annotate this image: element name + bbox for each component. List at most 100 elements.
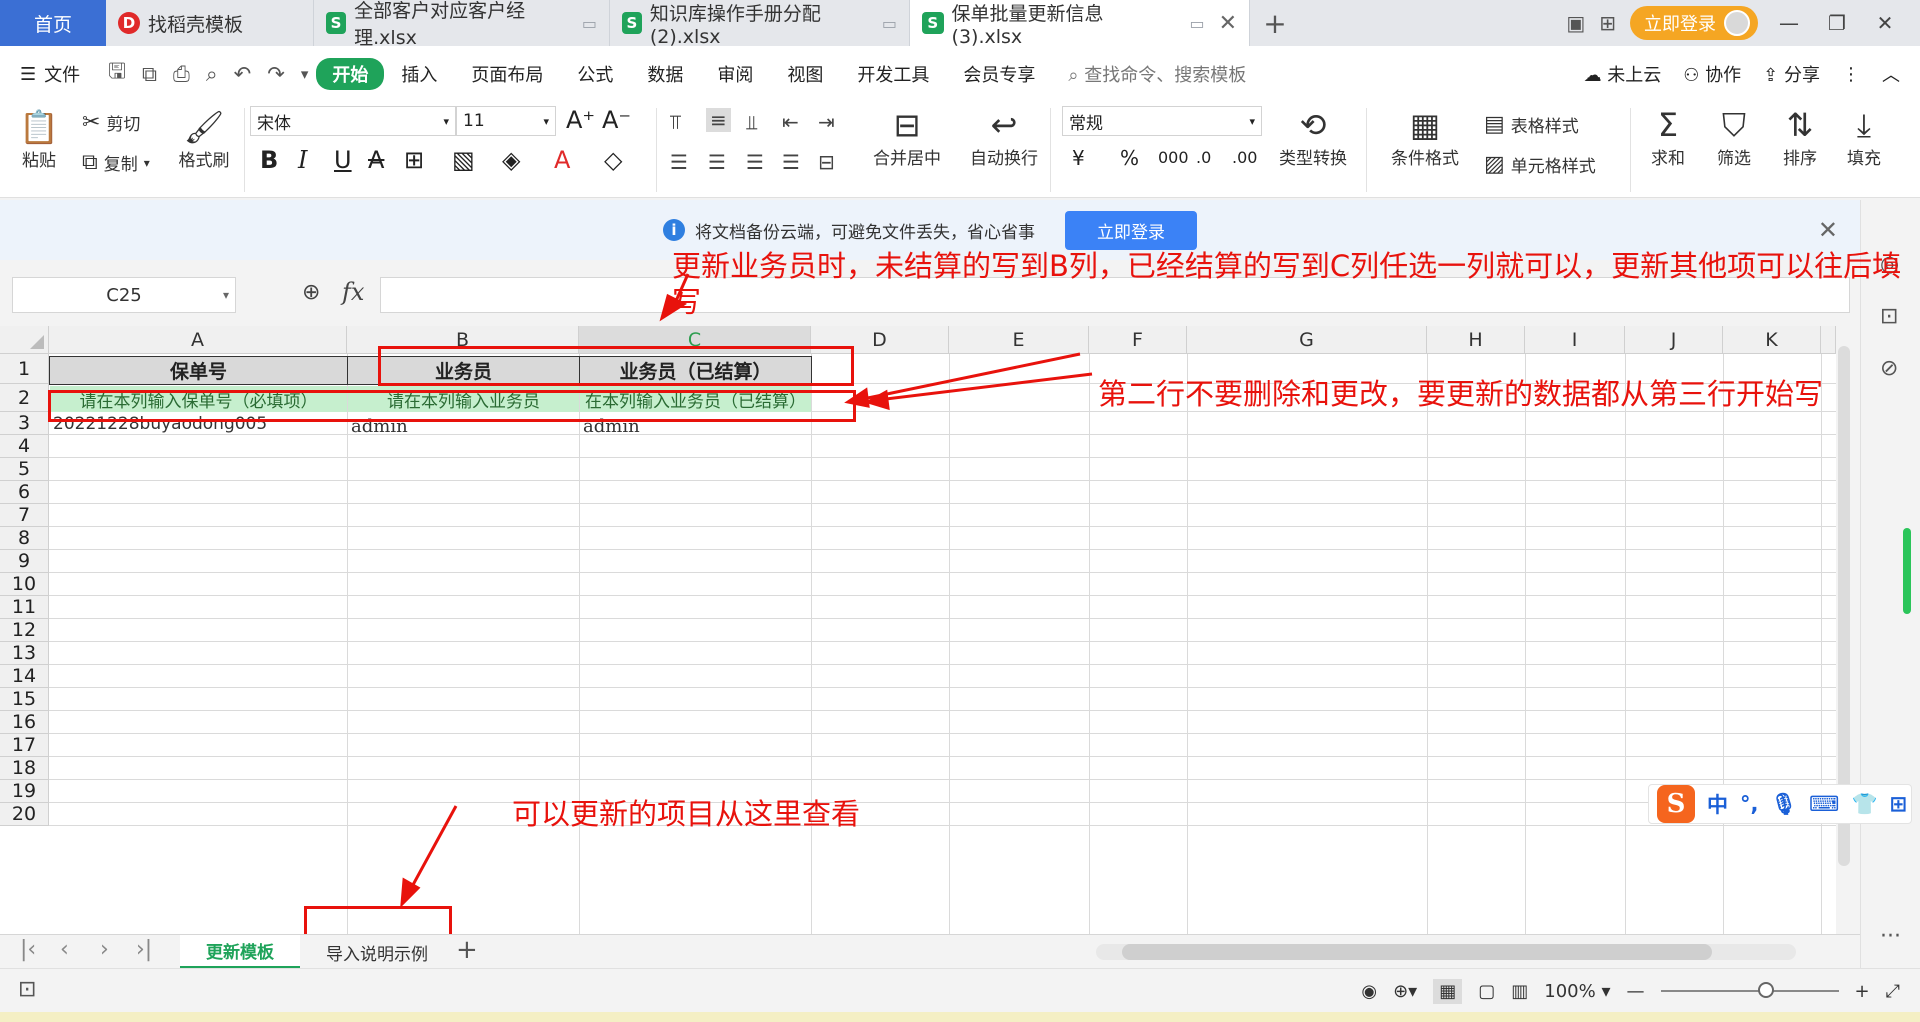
- column-header-d[interactable]: D: [811, 326, 949, 354]
- decrease-font-icon[interactable]: A⁻: [602, 106, 631, 134]
- chevron-down-icon[interactable]: ▾: [301, 65, 309, 83]
- row-header[interactable]: 7: [0, 504, 49, 527]
- share-button[interactable]: ⇪ 分享: [1763, 61, 1820, 87]
- cut-button[interactable]: ✂ 剪切: [82, 110, 140, 135]
- name-box[interactable]: C25 ▾: [12, 277, 236, 313]
- ime-toolbar[interactable]: S 中 °, 🎙 ⌨ 👕 ⊞: [1648, 784, 1912, 824]
- filter-button[interactable]: ⛉ 筛选: [1706, 106, 1762, 169]
- skin-icon[interactable]: 👕: [1851, 792, 1877, 817]
- cell-c3[interactable]: admin: [580, 415, 811, 437]
- first-sheet-icon[interactable]: |‹: [20, 937, 36, 962]
- row-header[interactable]: 19: [0, 780, 49, 803]
- row-header[interactable]: 20: [0, 803, 49, 826]
- tab-docer-templates[interactable]: D 找稻壳模板: [106, 0, 314, 46]
- row-header[interactable]: 3: [0, 412, 49, 435]
- menu-insert[interactable]: 插入: [384, 61, 454, 87]
- zoom-slider[interactable]: [1660, 982, 1839, 998]
- font-name-select[interactable]: 宋体 ▾: [250, 106, 456, 136]
- menu-review[interactable]: 审阅: [700, 61, 770, 87]
- keyboard-icon[interactable]: ⌨: [1809, 792, 1839, 816]
- row-header[interactable]: 9: [0, 550, 49, 573]
- number-format-select[interactable]: 常规 ▾: [1062, 106, 1262, 136]
- ime-mode[interactable]: 中: [1707, 789, 1728, 819]
- justify-icon[interactable]: ☰: [782, 150, 800, 174]
- table-style-button[interactable]: ▤ 表格样式: [1484, 112, 1579, 137]
- underline-icon[interactable]: U: [334, 146, 352, 174]
- print-icon[interactable]: ⎙: [173, 62, 190, 87]
- cell-b1[interactable]: 业务员: [347, 356, 580, 385]
- menu-member[interactable]: 会员专享: [946, 61, 1052, 87]
- undo-icon[interactable]: ↶: [234, 62, 252, 86]
- conditional-format-button[interactable]: ▦ 条件格式: [1380, 106, 1470, 169]
- sheet-tab-update-template[interactable]: 更新模板: [180, 935, 300, 969]
- microphone-icon[interactable]: 🎙: [1770, 792, 1797, 817]
- collapse-ribbon-icon[interactable]: ︿: [1882, 61, 1900, 87]
- align-top-icon[interactable]: ⫪: [670, 110, 681, 134]
- merge-center-button[interactable]: ⊟ 合并居中: [862, 106, 952, 169]
- input-language-icon[interactable]: ⊕▾: [1393, 981, 1417, 1002]
- export-icon[interactable]: ⧉: [142, 62, 157, 87]
- column-header-h[interactable]: H: [1427, 326, 1525, 354]
- row-header[interactable]: 10: [0, 573, 49, 596]
- zoom-out-icon[interactable]: —: [1627, 981, 1645, 1002]
- fill-button[interactable]: ⤓ 填充: [1836, 106, 1892, 169]
- file-menu[interactable]: ☰ 文件: [0, 61, 100, 87]
- align-left-icon[interactable]: ☰: [670, 150, 688, 174]
- zoom-search-icon[interactable]: ⊕: [302, 280, 320, 305]
- menu-data[interactable]: 数据: [630, 61, 700, 87]
- row-header[interactable]: 8: [0, 527, 49, 550]
- eye-protection-icon[interactable]: ◉: [1361, 981, 1377, 1002]
- column-header-a[interactable]: A: [49, 326, 347, 354]
- print-preview-icon[interactable]: ⌕: [206, 62, 218, 87]
- column-header-g[interactable]: G: [1187, 326, 1427, 354]
- bold-icon[interactable]: B: [260, 146, 278, 174]
- type-convert-button[interactable]: ⟲ 类型转换: [1268, 106, 1358, 169]
- zoom-level[interactable]: 100% ▾: [1544, 981, 1610, 1002]
- minimize-icon[interactable]: —: [1772, 11, 1806, 35]
- close-icon[interactable]: ✕: [1818, 216, 1838, 244]
- sort-button[interactable]: ⇅ 排序: [1772, 106, 1828, 169]
- paste-button[interactable]: 📋 粘贴: [14, 108, 64, 171]
- new-tab-button[interactable]: +: [1250, 0, 1300, 46]
- add-sheet-icon[interactable]: +: [456, 935, 478, 965]
- prev-sheet-icon[interactable]: ‹: [60, 937, 69, 962]
- decrease-decimal-icon[interactable]: .00: [1232, 148, 1257, 167]
- indent-increase-icon[interactable]: ⇥: [818, 110, 835, 134]
- apps-grid-icon[interactable]: ⊞: [1599, 11, 1616, 35]
- column-header-j[interactable]: J: [1625, 326, 1723, 354]
- cell-a3[interactable]: 20221228buyaodong005: [50, 414, 347, 434]
- tab-policy-batch-update[interactable]: S 保单批量更新信息 (3).xlsx ▭ ✕: [910, 0, 1250, 48]
- collab-button[interactable]: ⚇ 协作: [1683, 61, 1741, 87]
- punctuation-icon[interactable]: °,: [1740, 792, 1758, 816]
- cell-a1[interactable]: 保单号: [49, 356, 348, 385]
- sheet-tab-import-guide[interactable]: 导入说明示例: [306, 935, 448, 969]
- distribute-icon[interactable]: ⊟: [818, 150, 835, 174]
- toolbox-icon[interactable]: ⊞: [1890, 792, 1908, 816]
- cloud-status[interactable]: ☁ 未上云: [1584, 61, 1662, 87]
- strikethrough-icon[interactable]: A: [368, 146, 384, 174]
- row-header[interactable]: 2: [0, 384, 49, 412]
- font-size-select[interactable]: 11 ▾: [456, 106, 556, 136]
- row-header[interactable]: 1: [0, 354, 49, 384]
- horizontal-scrollbar-thumb[interactable]: [1122, 944, 1712, 960]
- home-tab[interactable]: 首页: [0, 0, 106, 46]
- row-header[interactable]: 16: [0, 711, 49, 734]
- fill-pattern-icon[interactable]: ▧: [452, 146, 475, 174]
- column-header-c[interactable]: C: [579, 326, 811, 354]
- save-icon[interactable]: 🖫: [108, 57, 126, 92]
- row-header[interactable]: 15: [0, 688, 49, 711]
- column-header-e[interactable]: E: [949, 326, 1089, 354]
- cell-a2[interactable]: 请在本列输入保单号（必填项）: [50, 386, 347, 412]
- column-header-f[interactable]: F: [1089, 326, 1187, 354]
- align-right-icon[interactable]: ☰: [746, 150, 764, 174]
- page-layout-view-icon[interactable]: ▢: [1478, 981, 1495, 1002]
- menu-developer[interactable]: 开发工具: [840, 61, 946, 87]
- normal-view-icon[interactable]: ▦: [1433, 978, 1463, 1004]
- banner-login-button[interactable]: 立即登录: [1065, 210, 1197, 250]
- row-header[interactable]: 14: [0, 665, 49, 688]
- login-button[interactable]: 立即登录: [1630, 6, 1758, 40]
- function-icon[interactable]: fx: [342, 278, 364, 306]
- sum-button[interactable]: Σ 求和: [1640, 106, 1696, 169]
- fill-color-icon[interactable]: ◈: [502, 146, 520, 174]
- border-icon[interactable]: ⊞: [404, 146, 424, 174]
